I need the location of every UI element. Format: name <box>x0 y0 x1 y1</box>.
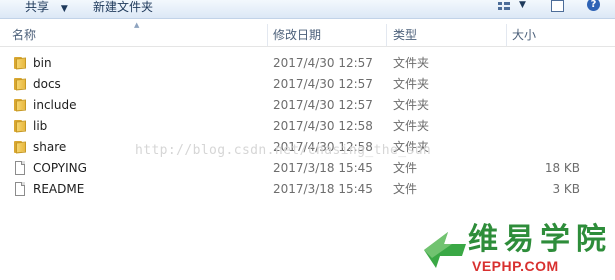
file-date: 2017/4/30 12:57 <box>273 98 373 112</box>
column-divider[interactable] <box>386 24 387 46</box>
file-name: docs <box>33 77 61 91</box>
column-divider[interactable] <box>506 24 507 46</box>
file-name: share <box>33 140 67 154</box>
file-type: 文件夹 <box>393 98 430 112</box>
column-header-size[interactable]: 大小 <box>512 24 536 46</box>
file-type: 文件 <box>393 182 418 196</box>
file-name: include <box>33 98 77 112</box>
file-row[interactable]: COPYING 2017/3/18 15:45 文件 18 KB <box>0 158 615 179</box>
logo-text-en: VEPHP.COM <box>472 258 559 274</box>
column-header-type[interactable]: 类型 <box>393 24 417 46</box>
column-header-name[interactable]: 名称 <box>12 24 36 46</box>
folder-icon <box>13 98 27 112</box>
folder-icon <box>13 77 27 91</box>
site-logo: 维易学院 VEPHP.COM <box>422 220 612 278</box>
help-icon: ? <box>587 0 600 11</box>
sort-arrow-icon: ▲ <box>134 21 140 29</box>
file-date: 2017/3/18 15:45 <box>273 182 373 196</box>
file-date: 2017/4/30 12:57 <box>273 56 373 70</box>
column-header-row: ▲ 名称 修改日期 类型 大小 <box>0 21 615 47</box>
watermark-text: http://blog.csdn.net/chasing_the_sun <box>135 143 432 158</box>
file-icon <box>13 161 27 175</box>
file-name: bin <box>33 56 52 70</box>
help-button[interactable]: ? <box>585 0 603 18</box>
file-row[interactable]: include 2017/4/30 12:57 文件夹 <box>0 95 615 116</box>
file-name: COPYING <box>33 161 87 175</box>
file-type: 文件 <box>393 161 418 175</box>
file-row[interactable]: README 2017/3/18 15:45 文件 3 KB <box>0 179 615 200</box>
logo-text-cn: 维易学院 <box>468 222 612 257</box>
file-name: lib <box>33 119 48 133</box>
file-date: 2017/4/30 12:57 <box>273 77 373 91</box>
file-date: 2017/3/18 15:45 <box>273 161 373 175</box>
share-button[interactable]: 共享 ▼ <box>21 0 72 18</box>
chevron-down-icon: ▼ <box>60 4 68 14</box>
file-date: 2017/4/30 12:58 <box>273 119 373 133</box>
command-bar: 共享 ▼ 新建文件夹 ▼ ? <box>0 0 615 19</box>
share-label: 共享 <box>25 0 50 14</box>
new-folder-button[interactable]: 新建文件夹 <box>89 0 157 18</box>
change-view-button[interactable]: ▼ <box>495 0 529 18</box>
file-size: 3 KB <box>552 182 580 196</box>
file-type: 文件夹 <box>393 119 430 133</box>
column-header-date[interactable]: 修改日期 <box>273 24 321 46</box>
file-row[interactable]: docs 2017/4/30 12:57 文件夹 <box>0 74 615 95</box>
logo-arrow-icon <box>424 232 466 268</box>
file-type: 文件夹 <box>393 77 430 91</box>
file-size: 18 KB <box>544 161 580 175</box>
column-divider[interactable] <box>267 24 268 46</box>
file-row[interactable]: lib 2017/4/30 12:58 文件夹 <box>0 116 615 137</box>
folder-icon <box>13 140 27 154</box>
preview-pane-button[interactable] <box>549 0 567 18</box>
chevron-down-icon: ▼ <box>519 0 526 10</box>
file-name: README <box>33 182 85 196</box>
folder-icon <box>13 56 27 70</box>
preview-pane-icon <box>551 0 564 12</box>
file-list: bin 2017/4/30 12:57 文件夹 docs 2017/4/30 1… <box>0 53 615 200</box>
file-icon <box>13 182 27 196</box>
view-grid-icon <box>498 2 510 11</box>
file-type: 文件夹 <box>393 56 430 70</box>
folder-icon <box>13 119 27 133</box>
file-row[interactable]: bin 2017/4/30 12:57 文件夹 <box>0 53 615 74</box>
